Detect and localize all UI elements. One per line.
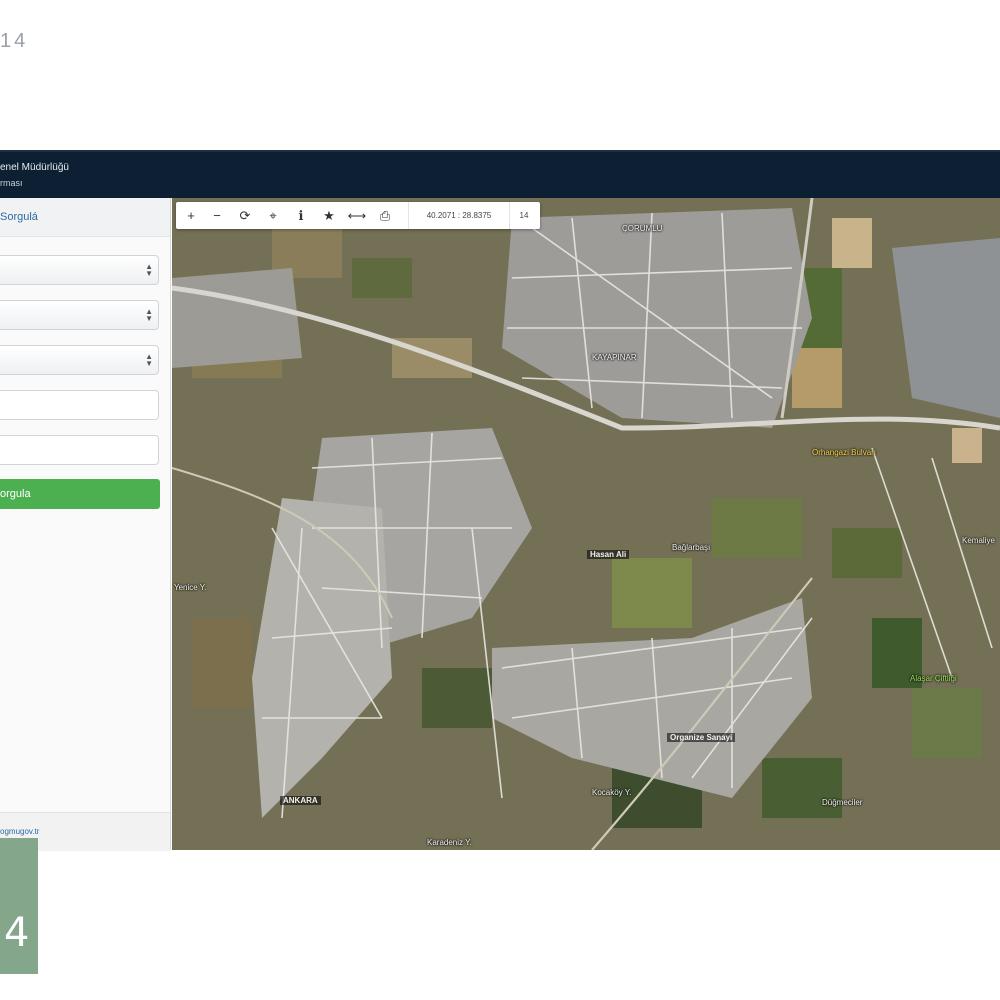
top-navbar: enel Müdürlüğü rması [0, 150, 1000, 198]
map-label: ANKARA [280, 796, 321, 805]
print-icon[interactable]: ⎙ [372, 202, 398, 229]
select-arrows-icon: ▲ ▼ [145, 352, 153, 368]
locate-icon[interactable]: ⌖ [260, 202, 286, 229]
satellite-map[interactable]: + − ⟳ ⌖ ℹ ★ ⟷ ⎙ 40.2071 : 28.8375 14 ÇOR… [172, 198, 1000, 850]
map-label: KAYAPINAR [592, 353, 637, 362]
query-sidebar: Sorgulá ▲ ▼ ▲ ▼ ▲ ▼ orgula ogmugov.tr [0, 198, 171, 851]
map-label: Alaşar Çiftliği [910, 674, 957, 683]
select-arrows-icon: ▲ ▼ [145, 307, 153, 323]
map-label: Organize Sanayi [667, 733, 736, 742]
map-label: Hasan Ali [587, 550, 630, 559]
brand-logo: 4 [0, 838, 38, 974]
navbar-subtitle: rması [0, 178, 23, 188]
zoom-out-icon[interactable]: − [204, 202, 230, 229]
refresh-icon[interactable]: ⟳ [232, 202, 258, 229]
map-label: Bağlarbaşı [672, 543, 711, 552]
neighborhood-select[interactable]: ▲ ▼ [0, 345, 159, 375]
footer-link[interactable]: ogmugov.tr [0, 827, 39, 836]
select-arrows-icon: ▲ ▼ [145, 262, 153, 278]
map-label: Orhangazi Bulvarı [812, 448, 877, 457]
map-label: Kemaliye [962, 536, 995, 545]
query-button-label: orgula [0, 488, 31, 500]
corner-number: 14 [0, 30, 29, 52]
info-icon[interactable]: ℹ [288, 202, 314, 229]
zoom-in-icon[interactable]: + [178, 202, 204, 229]
map-label: ÇORUMLU [622, 224, 663, 233]
sidebar-header-label[interactable]: Sorgulá [0, 211, 38, 223]
measure-icon[interactable]: ⟷ [344, 202, 370, 229]
logo-glyph: 4 [4, 910, 30, 956]
map-label: Düğmeciler [822, 798, 863, 807]
map-imagery [172, 198, 1000, 850]
map-toolbar: + − ⟳ ⌖ ℹ ★ ⟷ ⎙ 40.2071 : 28.8375 14 [176, 202, 540, 229]
query-button[interactable]: orgula [0, 479, 160, 509]
parcel-input[interactable] [0, 435, 159, 465]
map-app-window: enel Müdürlüğü rması Sorgulá ▲ ▼ ▲ ▼ ▲ ▼ or… [0, 150, 1000, 851]
zoom-level-readout: 14 [519, 211, 529, 220]
map-label: Karadeniz Y. [427, 838, 472, 847]
sidebar-header: Sorgulá [0, 198, 170, 237]
map-label: Kocaköy Y. [592, 788, 632, 797]
star-icon[interactable]: ★ [316, 202, 342, 229]
province-select[interactable]: ▲ ▼ [0, 255, 159, 285]
navbar-title: enel Müdürlüğü [0, 162, 69, 173]
district-select[interactable]: ▲ ▼ [0, 300, 159, 330]
block-input[interactable] [0, 390, 159, 420]
map-label: Yenice Y. [174, 583, 207, 592]
coordinate-readout: 40.2071 : 28.8375 [408, 202, 510, 229]
